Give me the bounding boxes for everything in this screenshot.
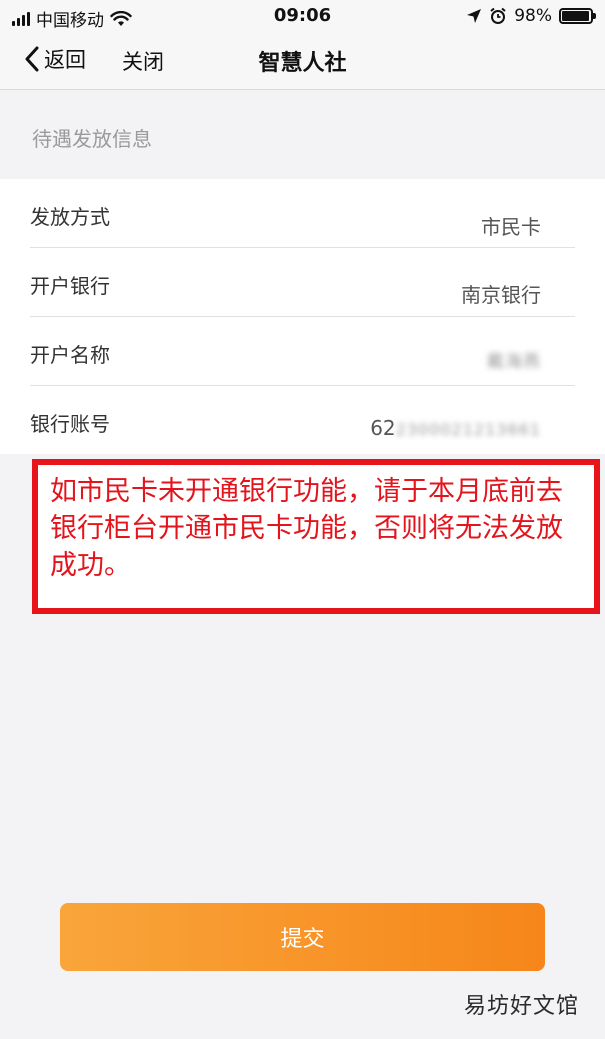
account-prefix: 62 <box>370 416 396 440</box>
page-title: 智慧人社 <box>258 51 347 76</box>
row-value: 南京银行 <box>461 283 541 307</box>
battery-fill <box>562 11 590 21</box>
row-value-blurred: 戴海燕 <box>487 352 541 372</box>
row-account-name: 开户名称 戴海燕 <box>30 317 575 386</box>
row-account-number: 银行账号 622300021213661 <box>30 386 575 455</box>
notice-text: 如市民卡未开通银行功能，请于本月底前去银行柜台开通市民卡功能，否则将无法发放成功… <box>50 476 563 581</box>
alarm-clock-icon <box>490 7 506 24</box>
info-list: 发放方式 市民卡 开户银行 南京银行 开户名称 戴海燕 银行账号 6223000… <box>0 179 605 454</box>
location-arrow-icon <box>467 9 482 23</box>
notice-box: 如市民卡未开通银行功能，请于本月底前去银行柜台开通市民卡功能，否则将无法发放成功… <box>32 459 600 614</box>
account-masked: 2300021213661 <box>395 420 541 439</box>
status-right: 98% <box>466 6 596 26</box>
status-bar: 中国移动 09:06 98% <box>0 0 605 32</box>
row-label: 开户名称 <box>30 343 110 367</box>
row-label: 银行账号 <box>30 412 110 436</box>
navigation-bar: 返回 关闭 智慧人社 <box>0 32 605 90</box>
row-label: 发放方式 <box>30 205 110 229</box>
row-payment-method: 发放方式 市民卡 <box>30 179 575 248</box>
section-header: 待遇发放信息 <box>0 91 605 179</box>
battery-percent: 98% <box>514 6 552 26</box>
row-label: 开户银行 <box>30 274 110 298</box>
row-bank: 开户银行 南京银行 <box>30 248 575 317</box>
row-value: 市民卡 <box>481 215 541 239</box>
watermark: 易坊好文馆 <box>463 994 579 1019</box>
submit-button[interactable]: 提交 <box>60 903 545 971</box>
section-header-label: 待遇发放信息 <box>32 127 152 151</box>
row-value: 622300021213661 <box>370 416 541 440</box>
battery-icon <box>559 8 596 24</box>
